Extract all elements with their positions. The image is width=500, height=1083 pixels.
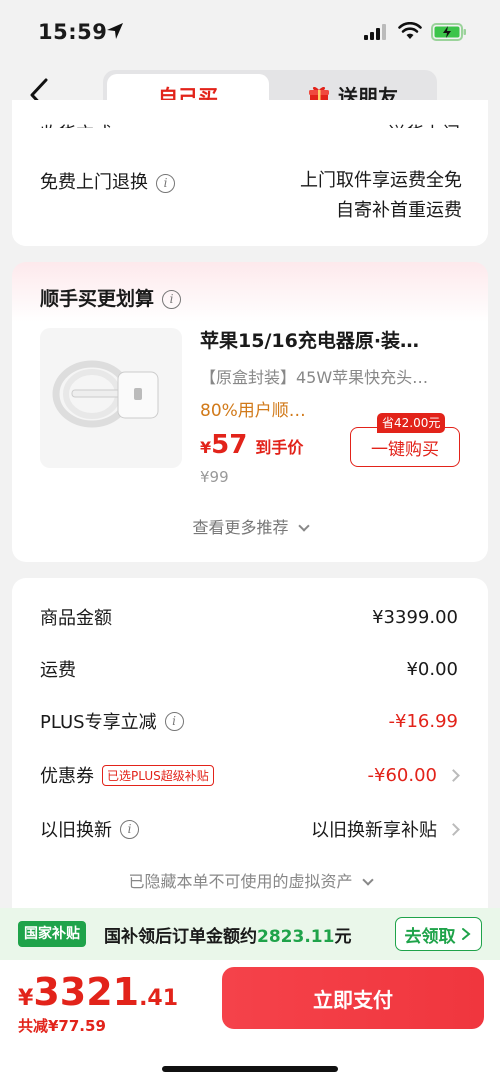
summary-row-shipping: 运费 ¥0.00: [40, 654, 458, 684]
shipping-label: 运费: [40, 660, 76, 681]
info-icon[interactable]: i: [156, 174, 175, 193]
summary-row-coupon[interactable]: 优惠券 已选PLUS超级补贴 -¥60.00: [40, 760, 460, 790]
total-currency: ¥: [18, 986, 34, 1011]
return-service-line2: 自寄补首重运费: [336, 200, 462, 221]
price-currency: ¥: [200, 438, 212, 457]
chevron-right-icon: [447, 768, 460, 782]
see-more-recommendations[interactable]: 查看更多推荐: [12, 514, 488, 538]
product-name[interactable]: 苹果15/16充电器原·装…: [200, 326, 460, 353]
claim-subsidy-label: 去领取: [404, 926, 456, 947]
wifi-icon: [398, 22, 422, 39]
product-price: ¥57 到手价: [200, 430, 303, 460]
return-label-wrap: 免费上门退换 i: [40, 168, 175, 194]
coupon-label: 优惠券: [40, 766, 94, 787]
goods-amount-value: ¥3399.00: [372, 606, 458, 628]
recommendation-title-wrap: 顺手买更划算 i: [40, 284, 182, 311]
total-price: ¥3321.41: [18, 970, 178, 1014]
hidden-assets-toggle[interactable]: 已隐藏本单不可使用的虚拟资产: [12, 868, 488, 892]
see-more-label: 查看更多推荐: [192, 518, 289, 537]
claim-subsidy-button[interactable]: 去领取: [395, 917, 482, 951]
national-subsidy-bar: 国家补贴 国补领后订单金额约2823.11元 去领取: [0, 908, 500, 960]
subsidy-amount: 2823.11: [257, 927, 335, 947]
chevron-down-icon: [297, 520, 310, 532]
recommendation-title: 顺手买更划算: [40, 288, 155, 310]
battery-charging-icon: [431, 23, 466, 41]
subsidy-unit: 元: [334, 927, 352, 947]
cellular-signal-icon: [364, 24, 386, 40]
plus-discount-label: PLUS专享立减: [40, 712, 157, 733]
chevron-right-icon: [461, 928, 471, 940]
charger-image-icon: [52, 360, 159, 428]
one-click-buy-button[interactable]: 一键购买: [350, 427, 460, 467]
total-decimal: .41: [139, 986, 179, 1011]
pay-now-button[interactable]: 立即支付: [222, 967, 484, 1029]
summary-row-plus: PLUS专享立减 i -¥16.99: [40, 706, 458, 736]
trade-in-value: 以旧换新享补贴: [311, 820, 437, 841]
original-price: ¥99: [200, 468, 229, 486]
hidden-assets-label: 已隐藏本单不可使用的虚拟资产: [128, 872, 353, 891]
info-icon[interactable]: i: [120, 819, 139, 839]
subsidy-badge: 国家补贴: [18, 921, 86, 947]
home-indicator: [162, 1066, 338, 1072]
price-suffix: 到手价: [255, 438, 304, 457]
checkout-footer: ¥3321.41 共减¥77.59 立即支付: [0, 960, 500, 1083]
save-badge: 省42.00元: [377, 413, 446, 433]
summary-row-goods: 商品金额 ¥3399.00: [40, 602, 458, 632]
product-tag: 80%用户顺…: [200, 401, 306, 421]
total-integer: 3321: [33, 970, 140, 1014]
goods-amount-label: 商品金额: [40, 608, 112, 629]
info-icon[interactable]: i: [164, 711, 184, 731]
recommendation-card: 顺手买更划算 i 苹果15/16充电器原·装… 【原盒封装】45W苹果快充头… 8…: [12, 262, 488, 562]
summary-row-tradein[interactable]: 以旧换新 i 以旧换新享补贴: [40, 814, 460, 844]
status-bar: 15:59: [0, 0, 500, 62]
trade-in-label: 以旧换新: [40, 820, 112, 841]
location-arrow-icon: [107, 23, 123, 39]
subsidy-text-label: 国补领后订单金额约: [104, 927, 257, 947]
chevron-right-icon: [447, 822, 460, 836]
return-service-label: 免费上门退换: [40, 172, 148, 193]
subsidy-text: 国补领后订单金额约2823.11元: [104, 922, 351, 947]
return-service-line1: 上门取件享运费全免: [300, 170, 462, 191]
product-description: 【原盒封装】45W苹果快充头…: [200, 368, 429, 387]
coupon-tag: 已选PLUS超级补贴: [102, 764, 214, 786]
chevron-down-icon: [361, 874, 374, 886]
plus-discount-value: -¥16.99: [388, 710, 458, 732]
price-value: 57: [211, 430, 248, 460]
total-saved[interactable]: 共减¥77.59: [18, 1015, 106, 1036]
coupon-value: -¥60.00: [367, 764, 437, 786]
return-service-row[interactable]: 免费上门退换 i 上门取件享运费全免 自寄补首重运费: [12, 128, 488, 246]
shipping-value: ¥0.00: [406, 658, 458, 680]
order-summary-card: 商品金额 ¥3399.00 运费 ¥0.00 PLUS专享立减 i -¥16.99…: [12, 578, 488, 908]
info-icon[interactable]: i: [162, 290, 182, 309]
status-time: 15:59: [38, 20, 108, 44]
product-image[interactable]: [40, 328, 182, 468]
